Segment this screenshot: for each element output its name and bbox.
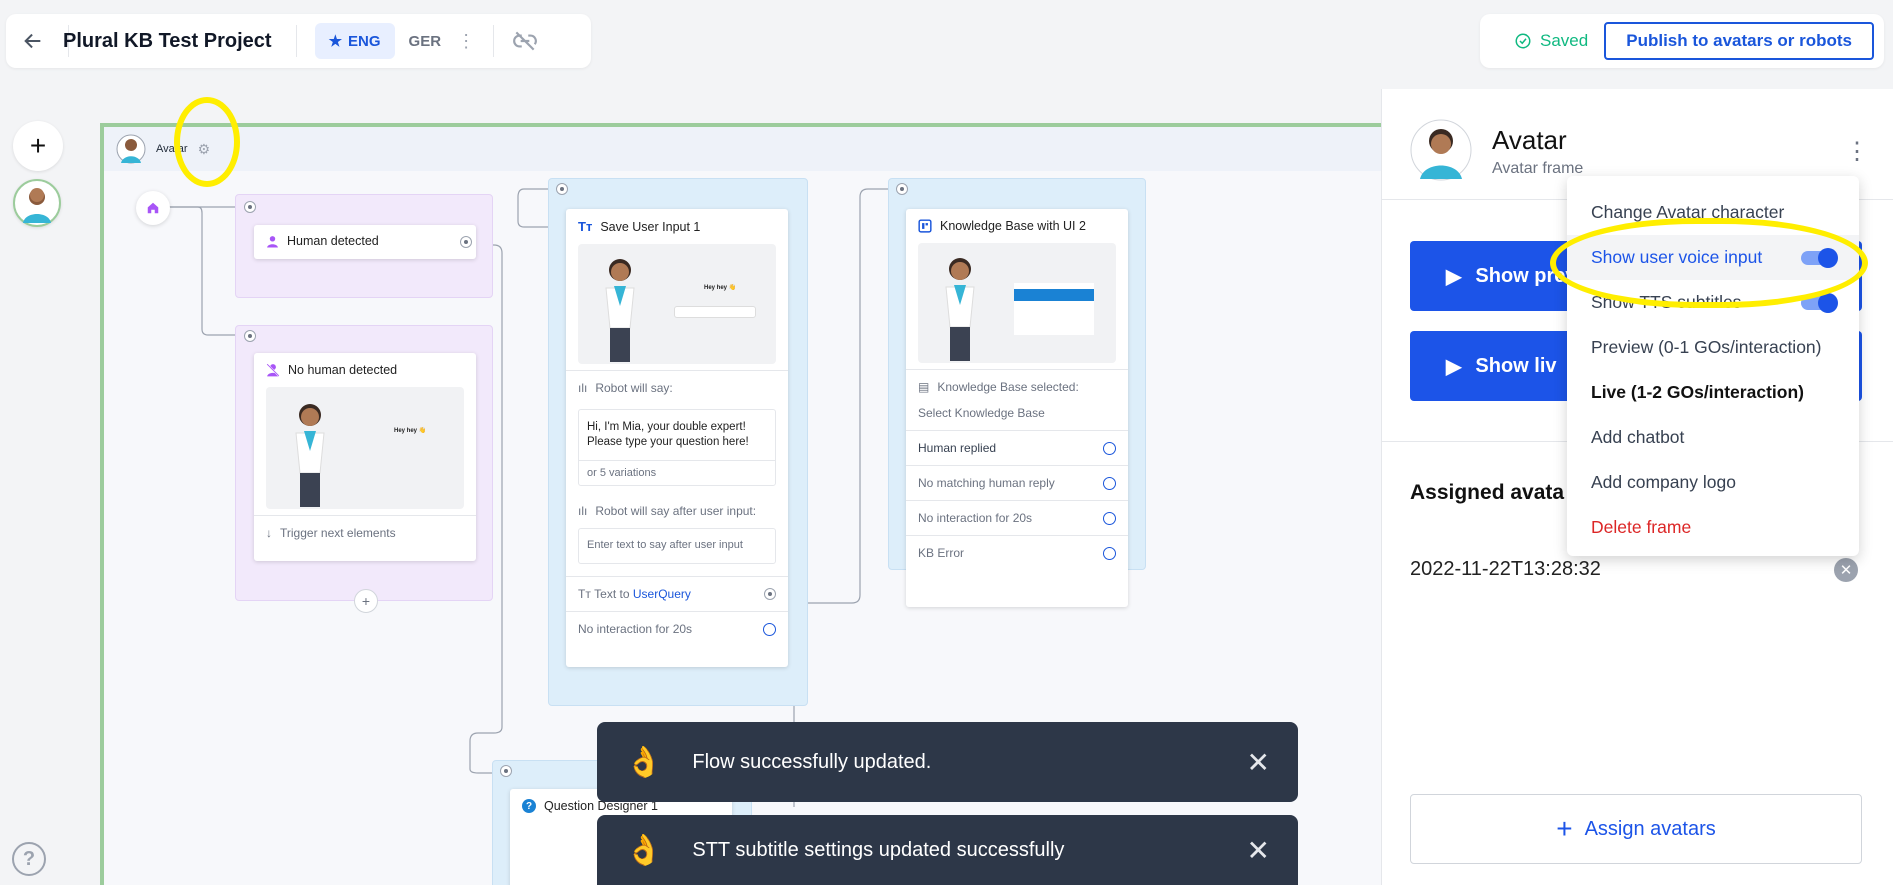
output-port[interactable] <box>763 622 776 636</box>
lang-tab-eng[interactable]: ★ ENG <box>314 23 395 59</box>
star-icon: ★ <box>328 33 343 50</box>
publish-button[interactable]: Publish to avatars or robots <box>1604 22 1874 60</box>
node-human-detected[interactable]: Human detected <box>254 225 476 259</box>
close-icon[interactable]: ✕ <box>1247 746 1270 779</box>
close-icon[interactable]: ✕ <box>1247 834 1270 867</box>
saved-status: Saved <box>1514 31 1588 51</box>
node-knowledge-base[interactable]: Knowledge Base with UI 2 ▤ Knowledge Bas… <box>906 209 1128 607</box>
project-title: Plural KB Test Project <box>63 29 272 52</box>
avatar-preview: Hey hey 👋 <box>578 244 776 364</box>
no-interaction-row[interactable]: No interaction for 20s <box>566 611 788 646</box>
menu-preview[interactable]: Preview (0-1 GOs/interaction) <box>1567 325 1859 370</box>
mini-input <box>674 306 756 318</box>
back-arrow-icon[interactable] <box>22 30 44 52</box>
check-circle-icon <box>1515 33 1531 49</box>
robot-after-row: ılı Robot will say after user input: <box>578 504 757 518</box>
left-toolbar: + <box>13 121 63 227</box>
audio-wave-icon: ılı <box>578 381 588 395</box>
play-icon: ▶ <box>1446 355 1462 378</box>
output-port[interactable] <box>1103 476 1116 490</box>
divider <box>295 25 297 57</box>
avatar-thumbnail[interactable] <box>13 179 61 227</box>
robot-message-box[interactable]: Hi, I'm Mia, your double expert! Please … <box>578 409 776 486</box>
question-icon: ? <box>522 799 536 813</box>
speech-bubble: Hey hey 👋 <box>704 285 737 291</box>
more-vertical-icon[interactable]: ⋮ <box>457 31 475 52</box>
avatar-icon <box>1410 119 1472 181</box>
input-port[interactable] <box>244 330 256 342</box>
plus-icon: + <box>1556 813 1573 844</box>
text-type-icon: Tт <box>578 219 593 234</box>
add-node-button[interactable]: + <box>354 589 378 613</box>
arrow-down-icon: ↓ <box>266 526 272 540</box>
output-port[interactable] <box>1103 511 1116 525</box>
no-person-icon <box>266 363 280 377</box>
ok-hand-icon: 👌 <box>625 745 663 779</box>
text-to-row[interactable]: Tт Text to UserQuery <box>566 576 788 611</box>
text-type-icon: Tт <box>578 587 591 601</box>
output-port[interactable] <box>1103 441 1116 455</box>
avatar-preview <box>918 243 1116 363</box>
panel-subtitle: Avatar frame <box>1492 160 1584 177</box>
annotation-highlight <box>174 97 240 187</box>
human-replied-row[interactable]: Human replied <box>906 430 1128 465</box>
speech-bubble: Hey hey 👋 <box>394 428 427 434</box>
kb-selected-row: ▤ Knowledge Base selected: <box>906 369 1128 404</box>
output-port[interactable] <box>1103 546 1116 560</box>
toast-stt-updated: 👌 STT subtitle settings updated successf… <box>597 815 1298 885</box>
kb-error-row[interactable]: KB Error <box>906 535 1128 570</box>
mini-kb-ui <box>1014 283 1094 335</box>
remove-icon[interactable]: ✕ <box>1834 558 1858 582</box>
node-save-user-input[interactable]: Tт Save User Input 1 Hey hey 👋 ılı Robot… <box>566 209 788 667</box>
menu-live[interactable]: Live (1-2 GOs/interaction) <box>1567 370 1859 415</box>
select-kb-field[interactable]: Select Knowledge Base <box>906 404 1128 430</box>
panel-title: Avatar <box>1492 125 1567 155</box>
home-icon <box>147 202 159 214</box>
save-publish-bar: Saved Publish to avatars or robots <box>1480 14 1884 68</box>
unlink-icon[interactable] <box>512 28 538 54</box>
assigned-heading: Assigned avata <box>1410 481 1565 504</box>
person-icon <box>267 235 278 247</box>
assign-avatars-button[interactable]: + Assign avatars <box>1410 794 1862 864</box>
play-icon: ▶ <box>1446 265 1462 288</box>
help-icon[interactable]: ? <box>12 842 46 876</box>
lang-tab-ger[interactable]: GER <box>395 23 456 59</box>
mini-kb-bar <box>1014 289 1094 301</box>
avatar-preview: Hey hey 👋 <box>266 387 464 509</box>
divider <box>493 25 495 57</box>
input-port[interactable] <box>896 183 908 195</box>
annotation-highlight <box>1550 218 1868 308</box>
ok-hand-icon: 👌 <box>625 833 663 867</box>
menu-add-company-logo[interactable]: Add company logo <box>1567 460 1859 505</box>
node-no-human-detected[interactable]: No human detected Hey hey 👋 ↓ Trigger ne… <box>254 353 476 561</box>
avatar-icon <box>23 188 51 223</box>
project-header: Plural KB Test Project ★ ENG GER ⋮ <box>6 14 591 68</box>
output-port[interactable] <box>460 236 472 248</box>
input-port[interactable] <box>244 201 256 213</box>
plus-icon: + <box>29 130 47 161</box>
avatar-figure-icon <box>945 258 975 361</box>
audio-wave-icon: ılı <box>578 504 588 518</box>
output-port[interactable] <box>764 588 776 600</box>
more-vertical-icon[interactable]: ⋮ <box>1845 137 1869 166</box>
assigned-timestamp: 2022-11-22T13:28:32 <box>1410 558 1601 580</box>
menu-add-chatbot[interactable]: Add chatbot <box>1567 415 1859 460</box>
knowledge-base-icon <box>918 219 932 233</box>
avatar-figure-icon <box>295 404 325 507</box>
start-node[interactable] <box>136 191 170 225</box>
kb-no-interaction-row[interactable]: No interaction for 20s <box>906 500 1128 535</box>
input-port[interactable] <box>556 183 568 195</box>
menu-delete-frame[interactable]: Delete frame <box>1567 505 1859 550</box>
add-button[interactable]: + <box>13 121 63 171</box>
input-port[interactable] <box>500 765 512 777</box>
kb-icon: ▤ <box>918 380 930 394</box>
no-match-row[interactable]: No matching human reply <box>906 465 1128 500</box>
robot-say-row: ılı Robot will say: <box>566 370 788 405</box>
toast-flow-updated: 👌 Flow successfully updated. ✕ <box>597 722 1298 802</box>
trigger-next-row[interactable]: ↓ Trigger next elements <box>254 515 476 550</box>
after-input-field[interactable]: Enter text to say after user input <box>578 528 776 564</box>
avatar-figure-icon <box>605 259 635 362</box>
